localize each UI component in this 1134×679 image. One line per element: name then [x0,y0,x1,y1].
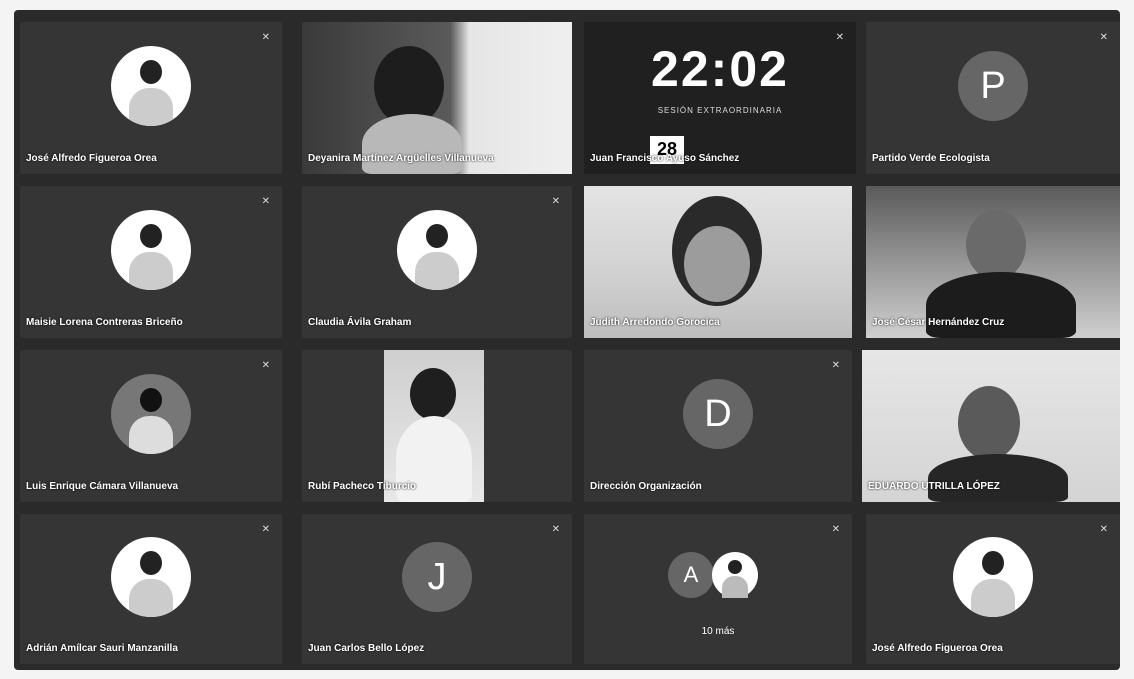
participant-tile[interactable]: Judith Arredondo Gorocica [584,186,852,338]
participant-figure [958,386,1020,460]
avatar [111,45,191,126]
participant-name: José Alfredo Figueroa Orea [26,153,157,164]
participant-figure [684,226,750,302]
participant-tile[interactable]: ✕ EDUARDO UTRILLA LÓPEZ [862,350,1120,502]
participant-name: Partido Verde Ecologista [872,153,990,164]
participant-tile[interactable]: Deyanira Martínez Argüelles Villanueva [302,22,572,174]
participant-figure [926,272,1076,338]
mic-off-icon: ✕ [261,32,270,43]
participant-tile[interactable]: ✕ Luis Enrique Cámara Villanueva [20,350,282,502]
avatar [111,209,191,290]
mic-off-icon: ✕ [831,360,840,371]
participant-name: EDUARDO UTRILLA LÓPEZ [868,481,1000,492]
participant-name: Judith Arredondo Gorocica [590,317,720,328]
participant-name: Juan Francisco Ayuso Sánchez [590,153,740,164]
participant-name: Adrián Amílcar Sauri Manzanilla [26,643,178,654]
participant-tile[interactable]: ✕ D Dirección Organización [584,350,852,502]
participant-tile[interactable]: Rubí Pacheco Tiburcio [302,350,572,502]
mic-off-icon: ✕ [551,524,560,535]
more-participants-label: 10 más [701,626,735,637]
participant-tile[interactable]: ✕ Claudia Ávila Graham [302,186,572,338]
session-clock: 22:02 [651,41,789,97]
participant-name: José Alfredo Figueroa Orea [872,643,1003,654]
participant-name: Maisie Lorena Contreras Briceño [26,317,183,328]
participant-name: Rubí Pacheco Tiburcio [308,481,417,492]
mic-off-icon: ✕ [1099,32,1108,43]
mic-off-icon: ✕ [831,524,840,535]
participant-tile[interactable]: ✕ Adrián Amílcar Sauri Manzanilla [20,514,282,664]
initial-avatar: P [958,50,1028,121]
participant-figure [362,114,462,174]
participant-name: Juan Carlos Bello López [308,643,425,654]
avatar [712,552,758,598]
overflow-participants-tile[interactable]: ✕ A 10 más [584,514,852,664]
participant-tile[interactable]: ✕ 22:02 SESIÓN EXTRAORDINARIA 28 Juan Fr… [584,22,856,174]
initial-avatar: J [402,542,472,612]
avatar [953,537,1033,617]
avatar [111,537,191,617]
participant-figure [928,454,1068,502]
mic-off-icon: ✕ [261,196,270,207]
participant-tile[interactable]: ✕ José Alfredo Figueroa Orea [866,514,1120,664]
participant-tile[interactable]: ✕ J Juan Carlos Bello López [302,514,572,664]
mic-off-icon: ✕ [551,196,560,207]
initial-avatar: D [683,378,753,449]
mic-off-icon: ✕ [261,524,270,535]
participant-tile[interactable]: ✕ Maisie Lorena Contreras Briceño [20,186,282,338]
participant-name: Luis Enrique Cámara Villanueva [26,481,179,492]
participant-figure [966,210,1026,280]
participant-figure [410,368,456,420]
avatar [397,209,477,290]
mic-off-icon: ✕ [261,360,270,371]
participant-name: Deyanira Martínez Argüelles Villanueva [308,153,494,164]
participant-tile[interactable]: ✕ José César Hernández Cruz [866,186,1120,338]
participant-name: Claudia Ávila Graham [308,317,412,328]
participant-tile[interactable]: ✕ P Partido Verde Ecologista [866,22,1120,174]
avatar [111,373,191,454]
participants-grid: ✕ José Alfredo Figueroa Orea Deyanira Ma… [14,10,1120,670]
mic-off-icon: ✕ [1099,524,1108,535]
participant-name: José César Hernández Cruz [872,317,1005,328]
participant-tile[interactable]: ✕ José Alfredo Figueroa Orea [20,22,282,174]
initial-avatar: A [668,552,714,598]
participant-name: Dirección Organización [590,481,702,492]
session-label: SESIÓN EXTRAORDINARIA [657,106,783,115]
